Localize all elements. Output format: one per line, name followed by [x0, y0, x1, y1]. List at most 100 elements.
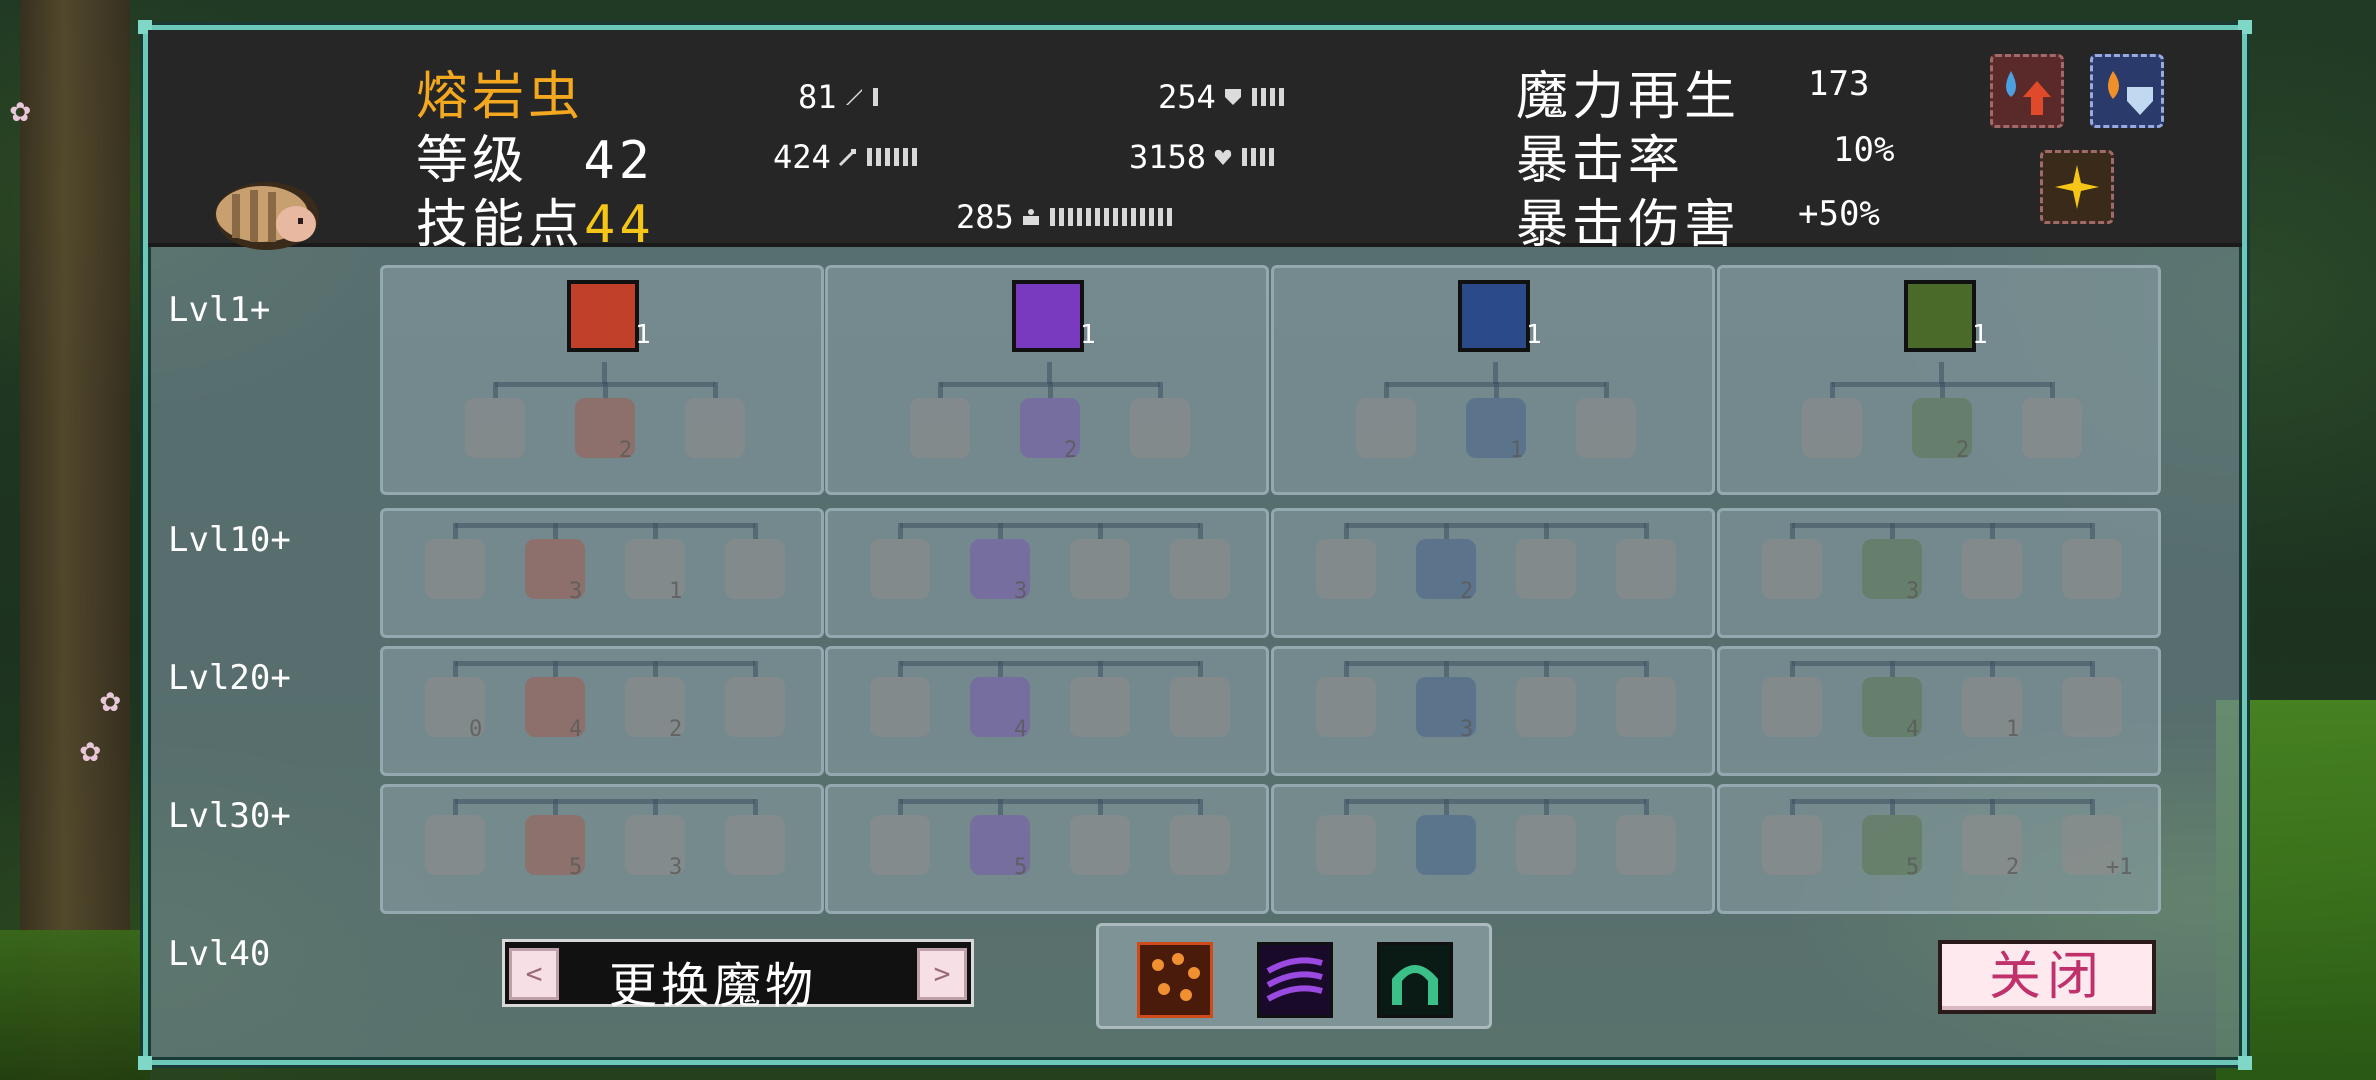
mana-regen-value: 173: [1808, 64, 1870, 104]
level-label-40: Lvl40: [168, 934, 271, 974]
locked-skill-node[interactable]: [425, 539, 485, 599]
bubble-shield-icon[interactable]: [1904, 280, 1976, 352]
locked-skill-node[interactable]: [1070, 677, 1130, 737]
active-skills-bar: [1096, 923, 1492, 1029]
locked-skill-node[interactable]: [725, 815, 785, 875]
locked-skill-node[interactable]: [870, 815, 930, 875]
level-label-30: Lvl30+: [168, 796, 291, 836]
tree-connector: [553, 799, 558, 815]
locked-skill-node[interactable]: [1070, 539, 1130, 599]
tree-connector: [898, 799, 903, 815]
root-skill-count: 1: [1526, 320, 1542, 350]
tree-connector: [1098, 661, 1103, 677]
tree-connector: [1344, 523, 1349, 539]
skill-node-count: 1: [2006, 717, 2020, 742]
mana-up-icon[interactable]: [1990, 54, 2064, 128]
skill-points-value: 44: [584, 195, 655, 255]
locked-skill-node[interactable]: [1616, 677, 1676, 737]
skill-tree-tier: 53: [380, 784, 824, 914]
claw-slash-icon[interactable]: [1012, 280, 1084, 352]
locked-skill-node[interactable]: [1962, 539, 2022, 599]
locked-skill-node[interactable]: [1316, 815, 1376, 875]
locked-skill-node[interactable]: [1762, 677, 1822, 737]
skill-tree-tier: 3: [1271, 646, 1715, 776]
skill-tree-tier: 41: [1717, 646, 2161, 776]
triple-slash-icon[interactable]: [1257, 942, 1333, 1018]
close-button[interactable]: 关闭: [1938, 940, 2156, 1014]
skill-node-count: 4: [1014, 717, 1028, 742]
locked-skill-node[interactable]: [1802, 398, 1862, 458]
locked-skill-node[interactable]: [2062, 677, 2122, 737]
tree-connector: [1990, 523, 1995, 539]
tree-connector: [753, 523, 758, 539]
locked-skill-node[interactable]: [870, 539, 930, 599]
tree-connector: [1890, 523, 1895, 539]
locked-skill-node[interactable]: [1356, 398, 1416, 458]
tree-connector: [1544, 661, 1549, 677]
skill-tree-tier: 31: [380, 508, 824, 638]
tree-connector: [1790, 523, 1795, 539]
locked-skill-node[interactable]: [1516, 815, 1576, 875]
defense-stat: 254: [1158, 78, 1288, 116]
level-label-20: Lvl20+: [168, 658, 291, 698]
tree-trunk: [20, 0, 130, 1080]
locked-skill-node[interactable]: [1070, 815, 1130, 875]
locked-skill-node[interactable]: [685, 398, 745, 458]
tree-connector: [455, 661, 755, 666]
tree-connector: [602, 362, 607, 384]
locked-skill-node[interactable]: [1130, 398, 1190, 458]
frame-corner: [138, 1056, 152, 1070]
tree-connector: [1790, 799, 1795, 815]
locked-skill-node[interactable]: [1170, 815, 1230, 875]
tree-connector: [1444, 523, 1449, 539]
locked-skill-node[interactable]: [1416, 815, 1476, 875]
locked-skill-node[interactable]: [1516, 539, 1576, 599]
lava-rain-icon[interactable]: [1137, 942, 1213, 1018]
locked-skill-node[interactable]: [1616, 815, 1676, 875]
weight-icon: [1022, 209, 1039, 225]
locked-skill-node[interactable]: [1170, 677, 1230, 737]
locked-skill-node[interactable]: [1762, 815, 1822, 875]
locked-skill-node[interactable]: [1516, 677, 1576, 737]
shield-icon[interactable]: [1458, 280, 1530, 352]
tree-connector: [1792, 661, 2092, 666]
tree-connector: [653, 523, 658, 539]
fire-shield-icon[interactable]: [2090, 54, 2164, 128]
tree-connector: [455, 799, 755, 804]
locked-skill-node[interactable]: [1576, 398, 1636, 458]
locked-skill-node[interactable]: [2062, 539, 2122, 599]
frame-corner: [2238, 1056, 2252, 1070]
sparkle-icon[interactable]: [2040, 150, 2114, 224]
tree-connector: [1990, 799, 1995, 815]
locked-skill-node[interactable]: [2022, 398, 2082, 458]
change-monster-button[interactable]: < 更换魔物 >: [502, 939, 974, 1014]
tree-connector: [1604, 382, 1609, 398]
locked-skill-node[interactable]: [910, 398, 970, 458]
locked-skill-node[interactable]: [725, 539, 785, 599]
flower-icon: ✿: [80, 730, 101, 770]
attack-bar: [872, 88, 882, 106]
attack-value: 81: [798, 78, 837, 116]
locked-skill-node[interactable]: [1762, 539, 1822, 599]
skill-tree-tier: 21: [1717, 265, 2161, 495]
locked-skill-node[interactable]: [465, 398, 525, 458]
locked-skill-node[interactable]: [1316, 539, 1376, 599]
skill-node-count: 1: [1510, 438, 1524, 463]
skill-node-count: 2: [2006, 855, 2020, 880]
tree-connector: [900, 523, 1200, 528]
locked-skill-node[interactable]: [425, 815, 485, 875]
next-monster-button[interactable]: >: [917, 948, 967, 1000]
tree-connector: [1890, 799, 1895, 815]
locked-skill-node[interactable]: [1616, 539, 1676, 599]
prev-monster-button[interactable]: <: [509, 948, 559, 1000]
arch-gate-icon[interactable]: [1377, 942, 1453, 1018]
locked-skill-node[interactable]: [1316, 677, 1376, 737]
locked-skill-node[interactable]: [1170, 539, 1230, 599]
skill-node-count: 5: [1014, 855, 1028, 880]
skill-tree-tier: 3: [825, 508, 1269, 638]
locked-skill-node[interactable]: [725, 677, 785, 737]
lava-orbs-icon[interactable]: [567, 280, 639, 352]
tree-connector: [1098, 523, 1103, 539]
tree-connector: [1444, 661, 1449, 677]
locked-skill-node[interactable]: [870, 677, 930, 737]
